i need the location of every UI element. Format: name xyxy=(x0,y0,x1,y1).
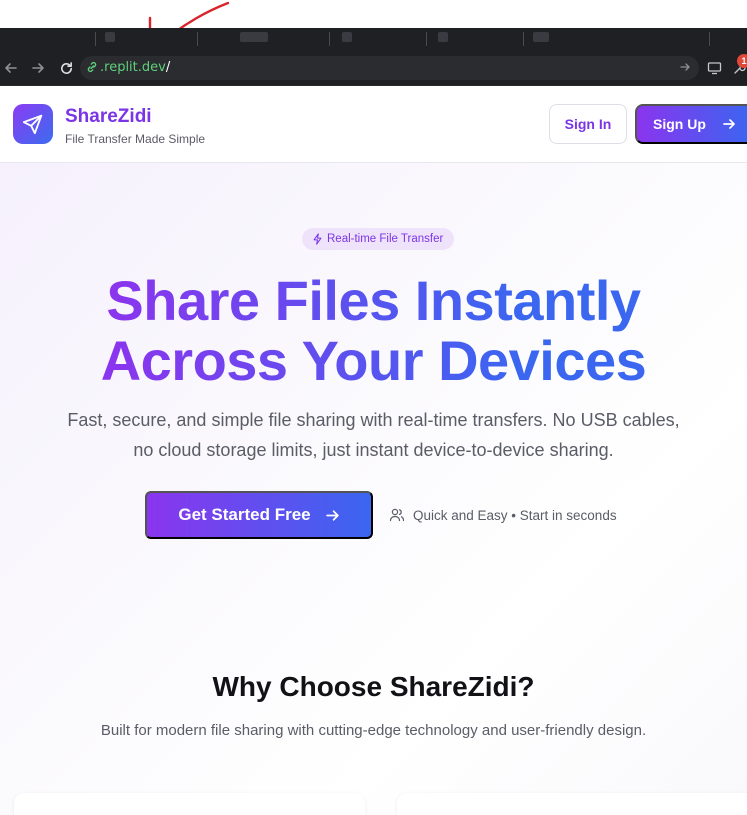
url-host: .replit.dev xyxy=(100,60,166,75)
sign-up-button[interactable]: Sign Up xyxy=(635,104,747,144)
tab-separator xyxy=(709,32,710,46)
get-started-button[interactable]: Get Started Free xyxy=(145,491,373,539)
go-arrow-icon[interactable] xyxy=(679,60,691,79)
sign-up-label: Sign Up xyxy=(653,116,706,132)
tab-title[interactable] xyxy=(240,32,268,42)
hero-section: Real-time File Transfer Share Files Inst… xyxy=(0,163,747,815)
hero-subtext: Fast, secure, and simple file sharing wi… xyxy=(40,405,707,465)
url-path: / xyxy=(165,60,171,75)
arrow-right-icon xyxy=(325,509,339,521)
tab-separator xyxy=(329,32,330,46)
subtext-line-1: Fast, secure, and simple file sharing wi… xyxy=(67,410,680,430)
feature-card xyxy=(14,793,365,815)
tab-favicon[interactable] xyxy=(342,32,352,42)
headline-line-2: Across Your Devices xyxy=(100,329,647,392)
users-icon xyxy=(389,508,405,522)
reload-icon[interactable] xyxy=(57,59,75,77)
why-title: Why Choose ShareZidi? xyxy=(212,671,535,702)
cast-monitor-icon[interactable] xyxy=(705,59,723,77)
get-started-label: Get Started Free xyxy=(178,505,311,524)
headline-line-1: Share Files Instantly xyxy=(106,269,641,332)
tab-favicon[interactable] xyxy=(533,32,549,42)
feature-badge: Real-time File Transfer xyxy=(302,228,455,250)
hero-headline: Share Files Instantly Across Your Device… xyxy=(0,271,747,391)
arrow-right-icon xyxy=(723,119,735,129)
brand-name[interactable]: ShareZidi xyxy=(65,106,152,128)
tab-separator xyxy=(95,32,96,46)
lightning-icon xyxy=(313,233,322,245)
notification-badge: 1 xyxy=(737,54,747,68)
sign-in-button[interactable]: Sign In xyxy=(549,104,627,144)
url-text[interactable]: .replit.dev/ xyxy=(100,60,170,75)
tab-separator xyxy=(426,32,427,46)
subtext-line-2: no cloud storage limits, just instant de… xyxy=(133,440,614,460)
tab-separator xyxy=(197,32,198,46)
address-bar[interactable]: .replit.dev/ xyxy=(80,56,699,80)
feature-card xyxy=(397,793,747,815)
browser-toolbar: .replit.dev/ 1 xyxy=(0,50,747,86)
why-subtitle: Built for modern file sharing with cutti… xyxy=(100,722,647,739)
forward-icon[interactable] xyxy=(29,59,47,77)
feature-badge-label: Real-time File Transfer xyxy=(327,233,444,245)
brand-tagline: File Transfer Made Simple xyxy=(65,132,206,146)
browser-tab-strip xyxy=(0,28,747,50)
paper-plane-icon xyxy=(22,114,43,135)
tab-favicon[interactable] xyxy=(105,32,115,42)
quick-info-text: Quick and Easy • Start in seconds xyxy=(413,507,617,523)
tab-separator xyxy=(523,32,524,46)
tab-favicon[interactable] xyxy=(438,32,448,42)
back-icon[interactable] xyxy=(2,59,20,77)
quick-info: Quick and Easy • Start in seconds xyxy=(389,507,617,523)
app-header: ShareZidi File Transfer Made Simple Sign… xyxy=(0,86,747,163)
brand-logo[interactable] xyxy=(13,104,53,144)
link-icon[interactable] xyxy=(86,60,98,79)
